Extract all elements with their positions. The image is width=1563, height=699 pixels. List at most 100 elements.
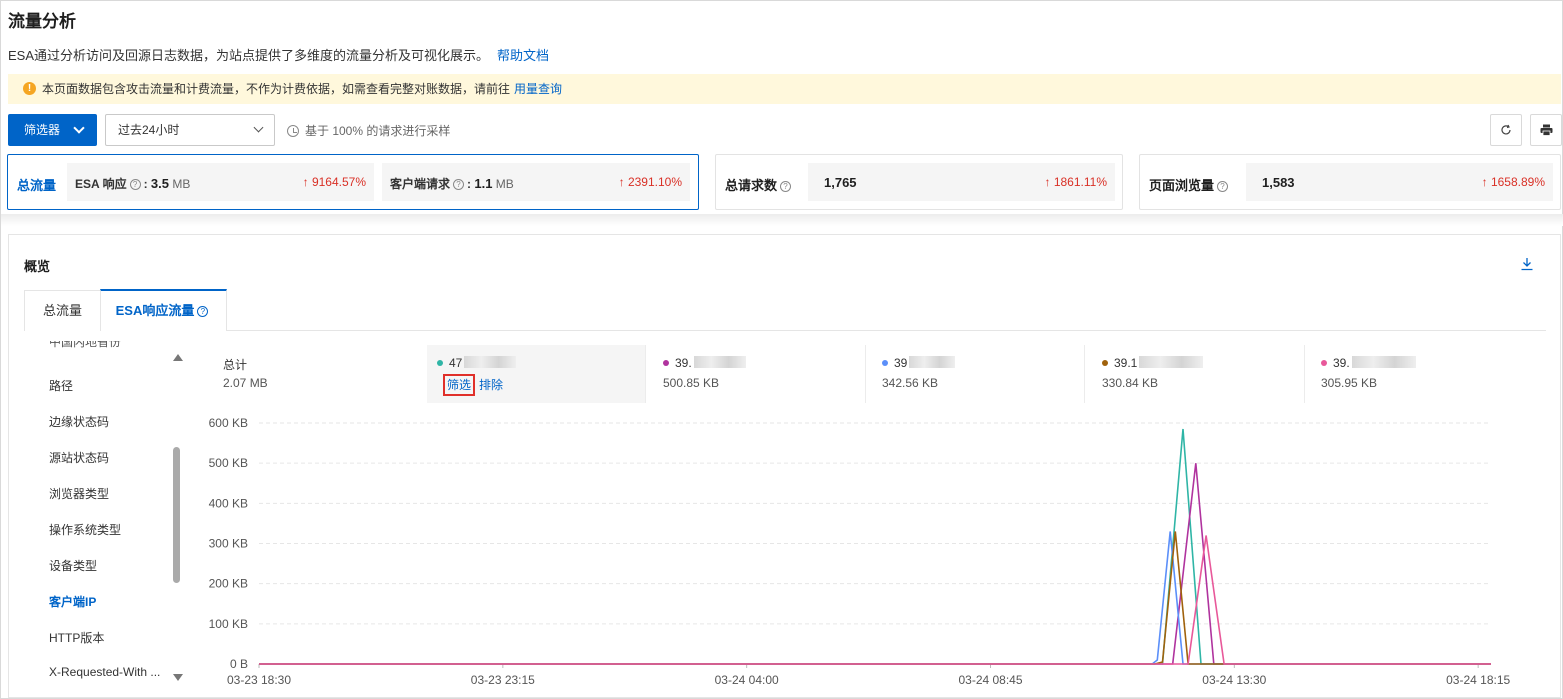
clock-icon [287,125,299,137]
dimension-list: 中国内地省份 路径 边缘状态码 源站状态码 浏览器类型 操作系统类型 设备类型 … [49,341,179,691]
exclude-link[interactable]: 排除 [479,378,503,392]
help-icon[interactable]: ? [1217,181,1229,192]
scroll-down-arrow[interactable] [173,674,183,681]
help-icon[interactable]: ? [129,179,141,190]
series-line[interactable] [259,531,1491,665]
dimension-item[interactable]: 浏览器类型 [49,485,109,502]
legend-item[interactable]: 39. 305.95 KB [1311,345,1521,403]
filter-button[interactable]: 筛选器 [8,114,97,146]
client-request-metric: 客户端请求?: 1.1 MB ↑ 2391.10% [382,163,690,201]
filter-button-label: 筛选器 [24,123,61,137]
redacted-ip [693,356,746,368]
requests-metric: 1,765 ↑ 1861.11% [808,163,1115,201]
legend-item[interactable]: 39.1 330.84 KB [1092,345,1302,403]
total-traffic-label: 总流量 [17,178,57,193]
esa-response-unit: MB [172,177,191,191]
requests-value-text: 1,765 [824,175,857,190]
legend-ip-prefix: 39. [1333,356,1350,370]
dimension-item[interactable]: HTTP版本 [49,629,104,646]
y-tick-label: 600 KB [209,416,248,430]
tab-esa-response-label: ESA响应流量 [115,303,195,318]
page-views-label-group: 页面浏览量? [1149,175,1231,194]
dimension-item[interactable]: 源站状态码 [49,449,109,466]
esa-response-label: ESA 响应 [75,177,127,191]
print-button[interactable] [1530,114,1562,146]
legend-total: 总计 2.07 MB [213,345,423,403]
legend-item[interactable]: 39 342.56 KB [872,345,1082,403]
page-views-label: 页面浏览量 [1149,178,1215,193]
legend-item-label: 39. [1321,356,1416,370]
series-dot [1321,360,1327,366]
tab-esa-response-traffic[interactable]: ESA响应流量? [100,289,227,331]
dimension-item[interactable]: 设备类型 [49,557,97,574]
dimension-item[interactable]: 中国内地省份 [49,341,121,350]
requests-label: 总请求数 [725,178,778,193]
series-line[interactable] [259,531,1491,665]
overview-title: 概览 [24,259,51,274]
legend-item-value: 500.85 KB [663,376,720,390]
app-frame: 流量分析 ESA通过分析访问及回源日志数据，为站点提供了多维度的流量分析及可视化… [0,0,1563,699]
legend-total-value: 2.07 MB [223,376,268,390]
series-line[interactable] [259,428,1491,665]
legend-divider [1304,345,1305,403]
legend-item-label: 39.1 [1102,356,1204,370]
page-views-change: ↑ 1658.89% [1481,175,1545,189]
y-tick-label: 0 B [230,657,248,671]
refresh-icon [1501,124,1511,135]
dimension-item-client-ip[interactable]: 客户端IP [49,593,96,610]
page-views-value-text: 1,583 [1262,175,1295,190]
x-tick-label: 03-24 08:45 [958,673,1022,687]
scrollbar-thumb[interactable] [173,447,180,583]
redacted-ip [1351,356,1416,368]
legend-ip-prefix: 39 [894,356,908,370]
redacted-ip [1139,356,1204,368]
tab-total-traffic[interactable]: 总流量 [24,290,101,331]
page-views-metric: 1,583 ↑ 1658.89% [1246,163,1553,201]
series-dot [437,360,443,366]
legend-item[interactable]: 47 筛选 排除 [427,345,645,403]
series-dot [882,360,888,366]
legend-total-label: 总计 [223,358,248,372]
chevron-down-icon [73,122,85,134]
client-request-change: ↑ 2391.10% [618,175,682,189]
refresh-button[interactable] [1490,114,1522,146]
sample-note-text: 基于 100% 的请求进行采样 [305,124,451,138]
series-line[interactable] [259,535,1491,665]
help-icon[interactable]: ? [197,306,209,317]
series-line[interactable] [259,463,1491,665]
help-icon[interactable]: ? [780,181,792,192]
y-tick-label: 500 KB [209,456,248,470]
requests-label-group: 总请求数? [725,175,794,194]
page-views-card[interactable]: 页面浏览量? 1,583 ↑ 1658.89% [1139,154,1561,210]
usage-query-link[interactable]: 用量查询 [514,82,562,96]
dimension-item[interactable]: X-Requested-With ... [49,665,160,679]
requests-card[interactable]: 总请求数? 1,765 ↑ 1861.11% [715,154,1123,210]
scroll-up-arrow[interactable] [173,354,183,361]
legend-actions: 筛选 排除 [442,374,511,396]
time-range-select[interactable]: 过去24小时 [105,114,275,146]
series-dot [663,360,669,366]
series-dot [1102,360,1108,366]
traffic-line-chart: 600 KB 500 KB 400 KB 300 KB 200 KB 100 KB 0 B 0… [209,416,1511,687]
chevron-down-icon [253,122,264,133]
help-icon[interactable]: ? [453,179,465,190]
help-doc-link[interactable]: 帮助文档 [497,48,549,63]
redacted-ip [909,356,956,368]
y-tick-label: 300 KB [209,537,248,551]
warning-icon: ! [23,82,36,95]
x-tick-label: 03-23 18:30 [227,673,291,687]
dimension-item[interactable]: 边缘状态码 [49,413,109,430]
legend-item[interactable]: 39. 500.85 KB [653,345,863,403]
y-tick-label: 100 KB [209,617,248,631]
total-traffic-card[interactable]: 总流量 ESA 响应?: 3.5 MB ↑ 9164.57% 客户端请求?: 1… [7,154,699,210]
redacted-ip [464,356,517,368]
notice-text: 本页面数据包含攻击流量和计费流量，不作为计费依据，如需查看完整对账数据，请前往 [42,82,511,96]
filter-link[interactable]: 筛选 [442,374,476,396]
x-tick-label: 03-24 18:15 [1446,673,1510,687]
legend-item-value: 342.56 KB [882,376,939,390]
dimension-item[interactable]: 路径 [49,377,73,394]
dimension-item[interactable]: 操作系统类型 [49,521,121,538]
download-icon[interactable] [1520,257,1534,271]
page-title: 流量分析 [8,12,76,31]
client-request-item: 客户端请求?: 1.1 MB [390,176,514,191]
